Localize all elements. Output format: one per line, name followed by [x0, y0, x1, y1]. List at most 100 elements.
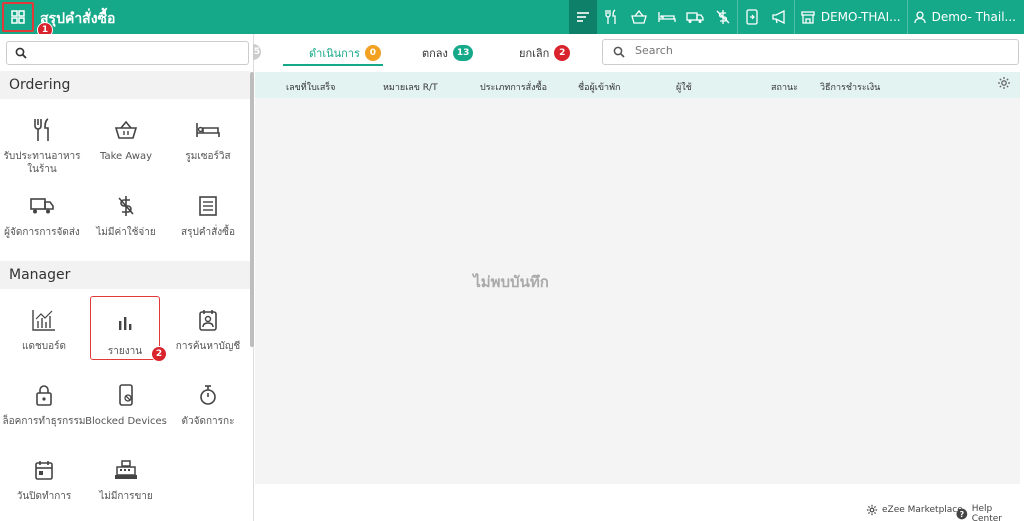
- column-room-table-no[interactable]: หมายเลข R/T: [383, 80, 438, 94]
- menu-item-dashboard[interactable]: แดชบอร์ด: [2, 308, 86, 353]
- menu-item-label: ไม่มีค่าใช้จ่าย: [96, 227, 156, 238]
- truck-icon: [30, 198, 54, 214]
- megaphone-icon: [772, 10, 785, 24]
- grid-icon: [11, 10, 25, 24]
- app-menu-panel: Ordering รับประทานอาหารในร้าน Take Away …: [0, 34, 254, 521]
- bed-icon: [658, 12, 676, 22]
- column-receipt-no[interactable]: เลขที่ใบเสร็จ: [286, 80, 335, 94]
- help-icon: ?: [956, 508, 968, 520]
- calendar-icon: [35, 461, 53, 480]
- account-lookup-icon: [199, 310, 217, 331]
- take-away-toolbar-button[interactable]: [625, 0, 653, 34]
- active-tab-underline: [283, 64, 383, 66]
- cash-register-icon: [115, 460, 137, 479]
- svg-text:?: ?: [960, 510, 965, 519]
- page-title: สรุปคำสั่งซื้อ: [40, 11, 116, 27]
- room-service-toolbar-button[interactable]: [653, 0, 681, 34]
- menu-item-no-charge[interactable]: ไม่มีค่าใช้จ่าย: [84, 194, 168, 239]
- top-bar: 1 สรุปคำสั่งซื้อ DEMO-THAI... Demo- Thai…: [0, 0, 1024, 38]
- basket-icon: [115, 120, 137, 139]
- step-badge-2: 2: [151, 346, 167, 362]
- hidden-tab-count: 5: [253, 44, 261, 60]
- device-toolbar-button[interactable]: [738, 0, 766, 34]
- user-menu[interactable]: Demo- Thail...: [908, 0, 1024, 34]
- menu-item-label: Take Away: [99, 151, 152, 162]
- tab-cancelled[interactable]: ยกเลิก 2: [519, 44, 571, 62]
- menu-item-no-sale[interactable]: ไม่มีการขาย: [84, 458, 168, 503]
- no-charge-icon: [716, 10, 730, 24]
- delivery-toolbar-button[interactable]: [681, 0, 709, 34]
- truck-icon: [686, 11, 704, 23]
- stopwatch-icon: [200, 385, 216, 405]
- menu-item-label: การค้นหาบัญชี: [175, 341, 241, 352]
- menu-item-take-away[interactable]: Take Away: [84, 118, 168, 163]
- fork-knife-icon: [34, 118, 49, 141]
- dine-in-toolbar-button[interactable]: [597, 0, 625, 34]
- property-name: DEMO-THAI...: [820, 10, 901, 24]
- column-status[interactable]: สถานะ: [771, 80, 798, 94]
- menu-item-order-summary[interactable]: สรุปคำสั่งซื้อ: [166, 194, 250, 239]
- help-center-label: Help Center: [971, 504, 1002, 521]
- fork-knife-icon: [605, 9, 616, 24]
- tab-label: ยกเลิก: [519, 47, 550, 60]
- orders-table-header: เลขที่ใบเสร็จ หมายเลข R/T ประเภทการสั่งซ…: [255, 72, 1020, 98]
- order-status-tabs: 5 ดำเนินการ 0 ตกลง 13 ยกเลิก 2: [253, 38, 595, 66]
- search-icon: [613, 46, 625, 58]
- order-summary-toolbar-button[interactable]: [568, 0, 597, 34]
- menu-item-closing-day[interactable]: วันปิดทำการ: [2, 458, 86, 503]
- menu-item-blocked-devices[interactable]: Blocked Devices: [84, 383, 168, 428]
- gear-icon: [866, 504, 878, 516]
- tab-count-badge: 13: [452, 45, 474, 61]
- gear-icon[interactable]: [997, 76, 1011, 90]
- order-search-box[interactable]: [602, 39, 1019, 65]
- blocked-device-icon: [119, 384, 133, 406]
- orders-table-body: ไม่พบบันทึก: [255, 98, 1020, 484]
- menu-item-delivery-manager[interactable]: ผู้จัดการการจัดส่ง: [0, 194, 84, 239]
- menu-item-label: ไม่มีการขาย: [99, 491, 153, 502]
- phone-transfer-icon: [746, 9, 758, 25]
- column-guest-name[interactable]: ชื่อผู้เข้าพัก: [578, 80, 620, 94]
- menu-item-label: ผู้จัดการการจัดส่ง: [4, 227, 80, 238]
- basket-icon: [630, 10, 647, 24]
- tab-in-progress[interactable]: ดำเนินการ 0: [309, 44, 381, 62]
- list-icon: [199, 196, 217, 216]
- tab-count-badge: 2: [554, 45, 571, 61]
- menu-scrollbar[interactable]: [250, 72, 254, 347]
- menu-item-label: รายงาน: [107, 346, 143, 357]
- menu-item-label: แดชบอร์ด: [22, 341, 66, 352]
- tab-count-badge: 0: [364, 45, 381, 61]
- user-name: Demo- Thail...: [931, 10, 1016, 24]
- menu-item-account-lookup[interactable]: การค้นหาบัญชี: [166, 308, 250, 353]
- no-charge-icon: [118, 196, 134, 216]
- bar-chart-icon: [119, 317, 132, 330]
- marketplace-link[interactable]: eZee Marketplace: [866, 504, 963, 516]
- column-order-type[interactable]: ประเภทการสั่งซื้อ: [480, 80, 547, 94]
- property-selector[interactable]: DEMO-THAI...: [795, 0, 907, 34]
- footer: eZee Marketplace ? Help Center: [255, 499, 1024, 521]
- menu-item-dine-in[interactable]: รับประทานอาหารในร้าน: [0, 118, 84, 176]
- no-charge-toolbar-button[interactable]: [709, 0, 737, 34]
- section-manager-title: Manager: [0, 261, 250, 289]
- tab-label: ตกลง: [422, 47, 448, 60]
- store-icon: [801, 10, 815, 24]
- lock-icon: [36, 385, 52, 406]
- help-center-link[interactable]: ? Help Center: [956, 504, 1024, 521]
- menu-item-label: รับประทานอาหารในร้าน: [3, 151, 81, 175]
- tab-confirmed[interactable]: ตกลง 13: [422, 44, 474, 62]
- menu-item-shift-manager[interactable]: ตัวจัดการกะ: [166, 383, 250, 428]
- menu-search-input[interactable]: [6, 41, 249, 65]
- sort-lines-icon: [576, 12, 589, 22]
- menu-item-transaction-lock[interactable]: ล็อคการทำธุรกรรม: [2, 383, 86, 428]
- announcement-toolbar-button[interactable]: [766, 0, 794, 34]
- app-menu-button[interactable]: [2, 2, 34, 32]
- section-ordering-title: Ordering: [0, 71, 250, 99]
- tab-label: ดำเนินการ: [309, 47, 360, 60]
- column-payment-method[interactable]: วิธีการชำระเงิน: [820, 80, 880, 94]
- search-input[interactable]: [635, 44, 995, 57]
- menu-item-label: สรุปคำสั่งซื้อ: [181, 227, 235, 238]
- marketplace-label: eZee Marketplace: [882, 505, 963, 515]
- menu-item-label: วันปิดทำการ: [16, 491, 72, 502]
- menu-item-room-service[interactable]: รูมเซอร์วิส: [166, 118, 250, 163]
- menu-item-reports[interactable]: รายงาน: [90, 296, 160, 360]
- column-user[interactable]: ผู้ใช้: [676, 80, 692, 94]
